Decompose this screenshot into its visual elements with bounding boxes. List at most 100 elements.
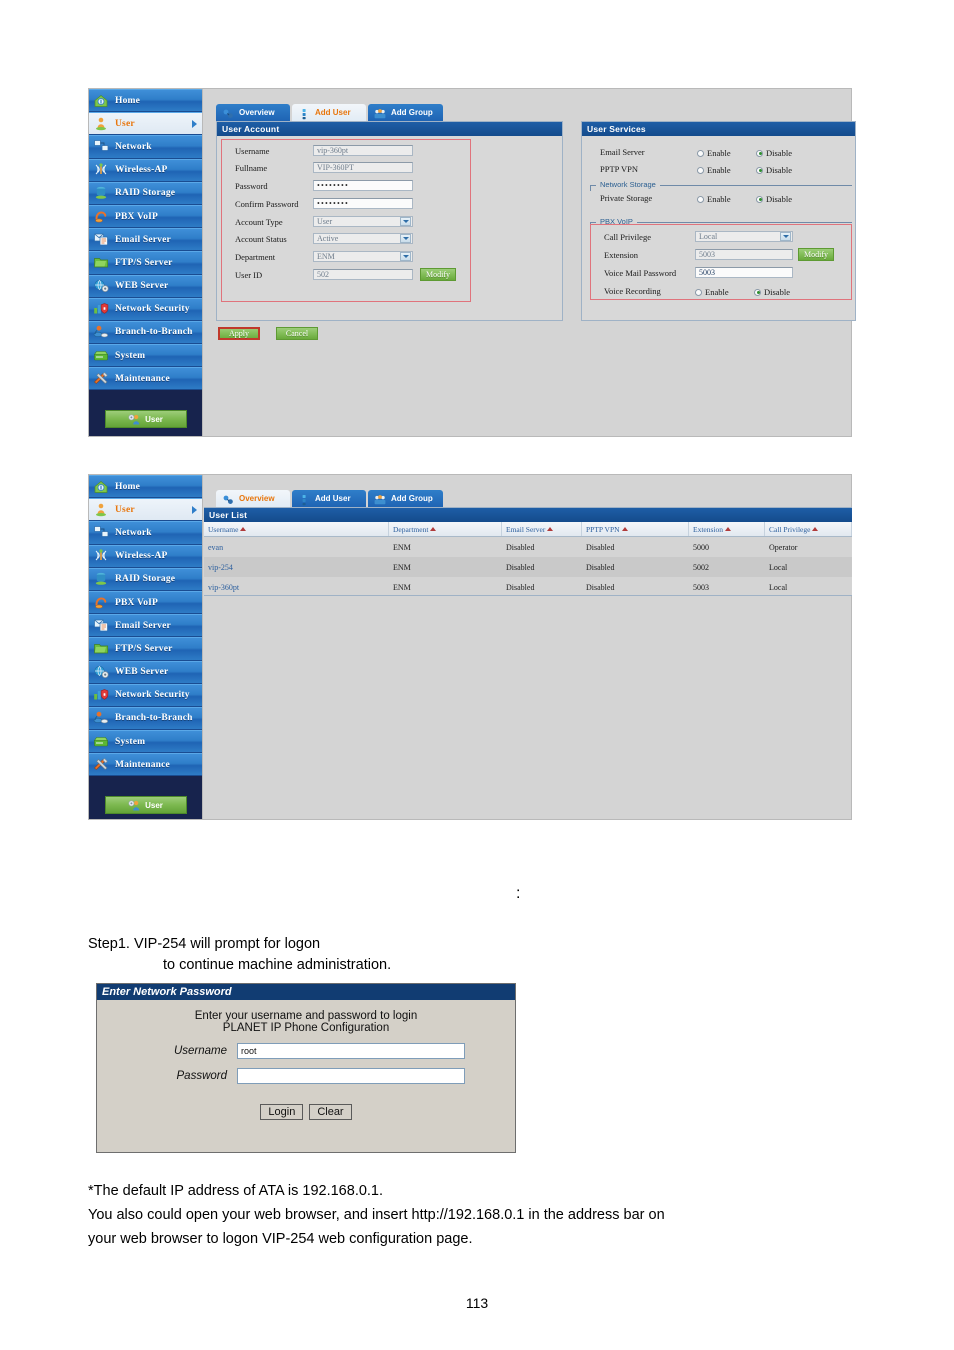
user-id-modify-button[interactable]: Modify bbox=[420, 268, 456, 281]
column-header-pptp-vpn[interactable]: PPTP VPN bbox=[582, 522, 689, 536]
department-value: ENM bbox=[317, 252, 335, 261]
user-account-panel-title: User Account bbox=[217, 122, 562, 136]
sidebar-item-pbx-voip[interactable]: PBX VoIP bbox=[89, 590, 202, 615]
call-privilege-select[interactable]: Local bbox=[695, 231, 793, 242]
username-input[interactable]: vip-360pt bbox=[313, 145, 413, 156]
maintenance-icon bbox=[93, 757, 110, 773]
sidebar-screen2: Home User Network Wireless-AP RAID Storage PB… bbox=[89, 475, 203, 819]
table-cell[interactable]: evan bbox=[204, 543, 389, 552]
table-cell[interactable]: vip-360pt bbox=[204, 583, 389, 592]
sidebar-item-maintenance[interactable]: Maintenance bbox=[89, 367, 202, 391]
sidebar-user-button[interactable]: User bbox=[104, 410, 187, 428]
radio-indicator bbox=[695, 288, 702, 296]
private-storage-disable-radio[interactable]: Disable bbox=[756, 194, 792, 204]
sidebar-item-ftp-s-server[interactable]: FTP/S Server bbox=[89, 637, 202, 661]
sidebar-item-maintenance[interactable]: Maintenance bbox=[89, 753, 202, 777]
pptp-vpn-enable-radio[interactable]: Enable bbox=[697, 165, 731, 175]
sidebar-item-email-server[interactable]: Email Server bbox=[89, 614, 202, 638]
user-id-label: User ID bbox=[235, 270, 263, 280]
sidebar-footer-screen1: User bbox=[89, 399, 202, 439]
sort-asc-icon bbox=[812, 527, 819, 531]
sidebar-item-system[interactable]: System bbox=[89, 730, 202, 754]
row-voice-mail-password: Voice Mail Password bbox=[604, 268, 676, 278]
content-screen2: Overview Add User Add Group User List Us… bbox=[203, 475, 852, 819]
sidebar-item-branch-to-branch[interactable]: Branch-to-Branch bbox=[89, 320, 202, 345]
column-header-call-privilege[interactable]: Call Privilege bbox=[765, 522, 852, 536]
sidebar-item-pbx-voip[interactable]: PBX VoIP bbox=[89, 204, 202, 229]
table-cell[interactable]: vip-254 bbox=[204, 563, 389, 572]
sidebar-item-wireless-ap[interactable]: Wireless-AP bbox=[89, 158, 202, 182]
sidebar-item-network-security[interactable]: Network Security bbox=[89, 297, 202, 321]
sidebar-item-wireless-ap[interactable]: Wireless-AP bbox=[89, 544, 202, 568]
chevron-down-icon[interactable] bbox=[400, 252, 411, 261]
sidebar-item-raid-storage[interactable]: RAID Storage bbox=[89, 567, 202, 591]
sidebar-nav-screen2: Home User Network Wireless-AP RAID Storage PB… bbox=[89, 475, 202, 777]
tab-overview-label: Overview bbox=[239, 494, 275, 503]
table-row[interactable]: evan ENM Disabled Disabled 5000 Operator bbox=[204, 537, 852, 557]
sidebar-item-network[interactable]: Network bbox=[89, 521, 202, 545]
sidebar-item-user[interactable]: User bbox=[89, 112, 202, 136]
step1-line2: to continue machine administration. bbox=[163, 957, 392, 973]
voice-mail-password-input[interactable]: 5003 bbox=[695, 267, 793, 278]
private-storage-disable-label: Disable bbox=[766, 194, 792, 204]
sidebar-user-button[interactable]: User bbox=[104, 796, 187, 814]
tab-add-group[interactable]: Add Group bbox=[368, 104, 443, 121]
column-header-extension[interactable]: Extension bbox=[689, 522, 765, 536]
email-server-icon bbox=[93, 232, 110, 248]
pptp-vpn-disable-radio[interactable]: Disable bbox=[756, 165, 792, 175]
login-password-input[interactable] bbox=[237, 1068, 465, 1084]
sidebar-item-raid-storage[interactable]: RAID Storage bbox=[89, 181, 202, 205]
account-type-select[interactable]: User bbox=[313, 216, 413, 227]
voice-recording-enable-radio[interactable]: Enable bbox=[695, 287, 729, 297]
sidebar-item-network-security[interactable]: Network Security bbox=[89, 683, 202, 707]
radio-indicator bbox=[697, 195, 704, 203]
column-header-email-server[interactable]: Email Server bbox=[502, 522, 582, 536]
tab-add-user[interactable]: Add User bbox=[292, 490, 366, 507]
chevron-down-icon[interactable] bbox=[400, 234, 411, 243]
fullname-input[interactable]: VIP-360PT bbox=[313, 162, 413, 173]
password-input[interactable]: •••••••• bbox=[313, 180, 413, 191]
tab-overview[interactable]: Overview bbox=[216, 104, 290, 121]
sidebar-item-email-server[interactable]: Email Server bbox=[89, 228, 202, 252]
sidebar-item-home[interactable]: Home bbox=[89, 89, 202, 113]
chevron-down-icon[interactable] bbox=[400, 217, 411, 226]
row-email-server: Email Server bbox=[600, 147, 645, 157]
column-header-username[interactable]: Username bbox=[204, 522, 389, 536]
clear-button[interactable]: Clear bbox=[309, 1104, 352, 1120]
private-storage-enable-radio[interactable]: Enable bbox=[697, 194, 731, 204]
cancel-button[interactable]: Cancel bbox=[276, 327, 318, 340]
user-id-input[interactable]: 502 bbox=[313, 269, 413, 280]
column-header-department[interactable]: Department bbox=[389, 522, 502, 536]
login-prompt-line1: Enter your username and password to logi… bbox=[194, 1010, 418, 1022]
extension-modify-button[interactable]: Modify bbox=[798, 248, 834, 261]
login-button[interactable]: Login bbox=[260, 1104, 304, 1120]
voice-recording-disable-radio[interactable]: Disable bbox=[754, 287, 790, 297]
table-row[interactable]: vip-360pt ENM Disabled Disabled 5003 Local bbox=[204, 577, 852, 597]
sidebar-item-label: RAID Storage bbox=[115, 574, 176, 585]
sidebar-item-user[interactable]: User bbox=[89, 498, 202, 522]
extension-input[interactable]: 5003 bbox=[695, 249, 793, 260]
content-screen1: Overview Add User Add Group User Account… bbox=[203, 89, 856, 436]
confirm-password-input[interactable]: •••••••• bbox=[313, 198, 413, 209]
tab-overview[interactable]: Overview bbox=[216, 490, 290, 507]
apply-button[interactable]: Apply bbox=[218, 327, 260, 340]
department-select[interactable]: ENM bbox=[313, 251, 413, 262]
tab-add-group[interactable]: Add Group bbox=[368, 490, 443, 507]
sidebar-item-ftp-s-server[interactable]: FTP/S Server bbox=[89, 251, 202, 275]
email-server-disable-radio[interactable]: Disable bbox=[756, 148, 792, 158]
sidebar-item-web-server[interactable]: WEB Server bbox=[89, 660, 202, 684]
table-row[interactable]: vip-254 ENM Disabled Disabled 5002 Local bbox=[204, 557, 852, 577]
sidebar-item-web-server[interactable]: WEB Server bbox=[89, 274, 202, 298]
sidebar-item-home[interactable]: Home bbox=[89, 475, 202, 499]
login-dialog-title: Enter Network Password bbox=[97, 984, 515, 1000]
tab-add-user[interactable]: Add User bbox=[292, 104, 366, 121]
sidebar-item-branch-to-branch[interactable]: Branch-to-Branch bbox=[89, 706, 202, 731]
sidebar-item-network[interactable]: Network bbox=[89, 135, 202, 159]
voice-recording-label: Voice Recording bbox=[604, 286, 661, 296]
email-server-enable-radio[interactable]: Enable bbox=[697, 148, 731, 158]
chevron-down-icon[interactable] bbox=[780, 232, 791, 241]
account-status-select[interactable]: Active bbox=[313, 233, 413, 244]
sidebar-item-system[interactable]: System bbox=[89, 344, 202, 368]
login-username-input[interactable]: root bbox=[237, 1043, 465, 1059]
sidebar-item-label: Branch-to-Branch bbox=[115, 327, 193, 338]
